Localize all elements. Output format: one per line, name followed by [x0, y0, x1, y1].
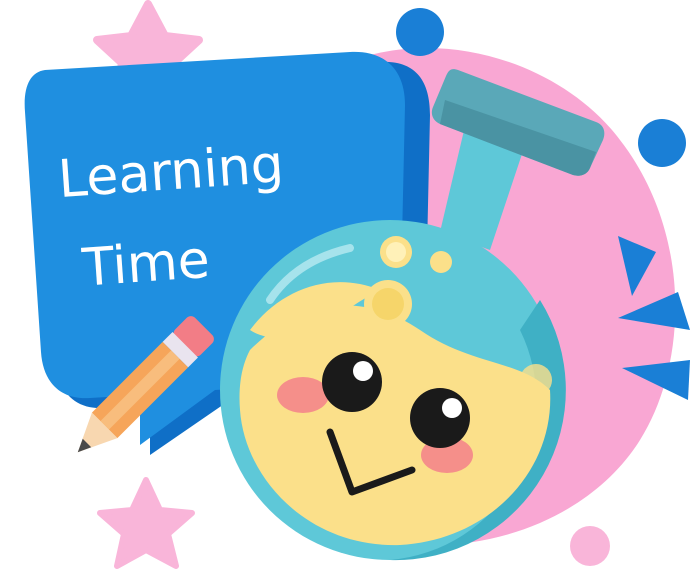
dot-icon	[638, 119, 686, 167]
illustration: Learning Time	[0, 0, 698, 576]
dot-icon	[396, 8, 444, 56]
learning-time-illustration: Learning Time	[24, 0, 690, 569]
star-icon	[97, 477, 195, 569]
dot-icon	[570, 526, 610, 566]
sign-title-line2: Time	[79, 230, 211, 299]
